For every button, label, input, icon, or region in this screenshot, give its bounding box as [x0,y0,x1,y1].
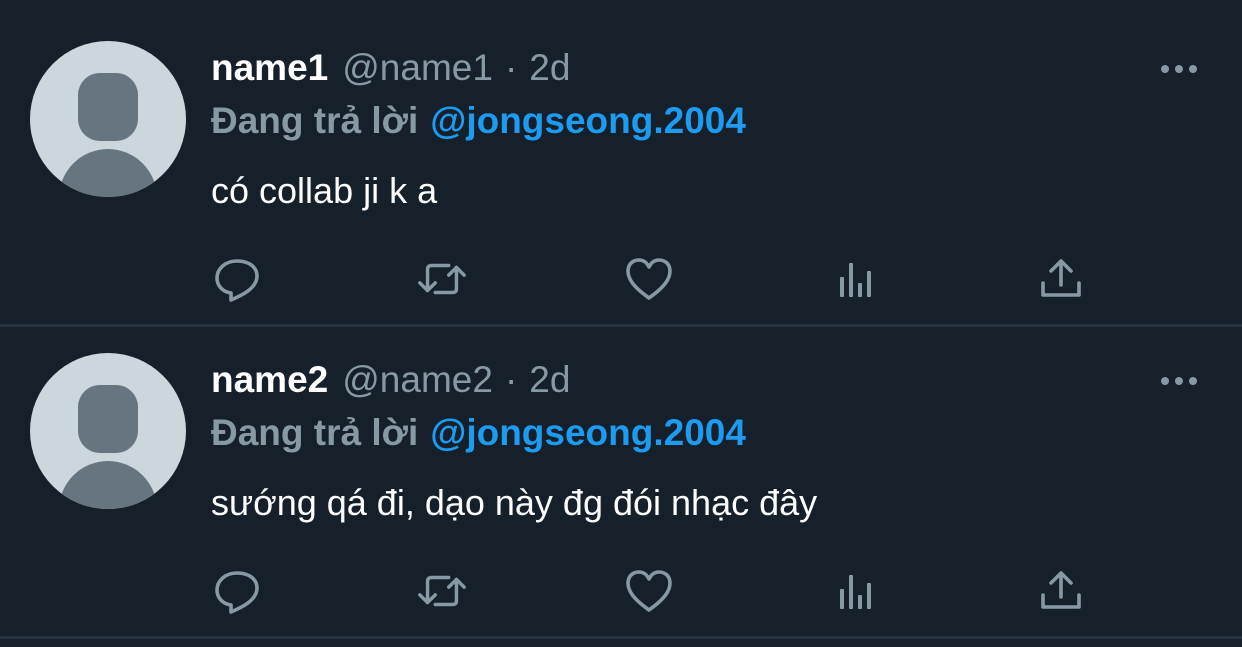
heart-icon [626,570,672,612]
retweet-icon [418,575,466,607]
reply-mention-link[interactable]: @jongseong.2004 [430,412,746,454]
reply-bubble-icon [215,259,259,302]
avatar-head-shape [78,73,138,141]
like-button[interactable] [623,253,675,305]
view-stats-button[interactable] [830,565,882,617]
avatar-body-shape [59,461,157,509]
view-stats-button[interactable] [830,253,882,305]
retweet-icon [418,263,466,295]
more-horizontal-icon [1161,65,1197,73]
header-separator: · [504,47,518,88]
header-separator: · [504,359,518,400]
replying-to-label: Đang trả lời [211,412,419,453]
tweet-text: có collab ji k a [211,170,438,211]
share-button[interactable] [1035,565,1087,617]
bar-chart-icon [840,263,871,297]
retweet-button[interactable] [416,565,468,617]
tweet-item[interactable]: name2 @name2 · 2d Đang trả lời @jongseon… [0,312,1242,639]
tweet-timestamp[interactable]: 2d [529,359,570,401]
replying-to-line: Đang trả lời @jongseong.2004 [211,99,746,143]
more-options-button[interactable] [1156,368,1202,394]
user-handle[interactable]: @name2 [342,359,493,401]
tweet-header: name1 @name1 · 2d [211,46,570,90]
tweet-item[interactable]: name1 @name1 · 2d Đang trả lời @jongseon… [0,0,1242,327]
tweet-divider [0,636,1242,639]
reply-bubble-icon [215,571,259,614]
avatar-head-shape [78,385,138,453]
replying-to-label: Đang trả lời [211,100,419,141]
tweet-header: name2 @name2 · 2d [211,358,570,402]
reply-button[interactable] [211,565,263,617]
share-upload-icon [1041,259,1081,297]
avatar[interactable] [30,41,186,197]
more-options-button[interactable] [1156,56,1202,82]
tweet-text: sướng qá đi, dạo này đg đói nhạc đây [211,482,818,523]
avatar-body-shape [59,149,157,197]
like-button[interactable] [623,565,675,617]
more-horizontal-icon [1161,377,1197,385]
replying-to-line: Đang trả lời @jongseong.2004 [211,411,746,455]
retweet-button[interactable] [416,253,468,305]
reply-button[interactable] [211,253,263,305]
tweet-timestamp[interactable]: 2d [529,47,570,89]
share-button[interactable] [1035,253,1087,305]
heart-icon [626,258,672,300]
display-name[interactable]: name2 [211,359,328,401]
display-name[interactable]: name1 [211,47,328,89]
reply-mention-link[interactable]: @jongseong.2004 [430,100,746,142]
avatar[interactable] [30,353,186,509]
bar-chart-icon [840,575,871,609]
reply-feed: name1 @name1 · 2d Đang trả lời @jongseon… [0,0,1242,647]
share-upload-icon [1041,571,1081,609]
user-handle[interactable]: @name1 [342,47,493,89]
